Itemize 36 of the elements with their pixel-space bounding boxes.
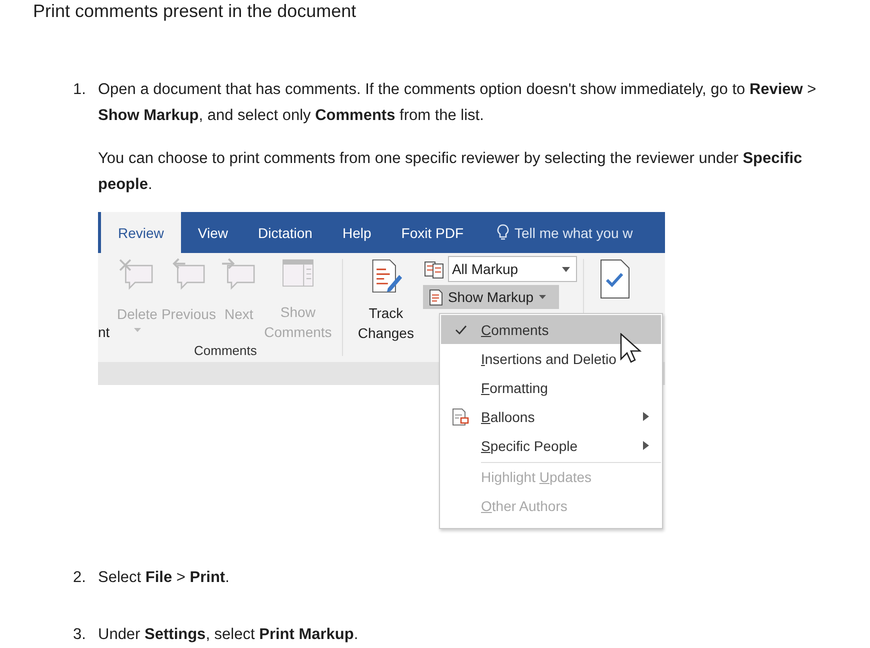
markup-dropdown[interactable]: All Markup [448,256,577,282]
step-number: 3. [73,625,87,645]
track-changes-button[interactable]: Track Changes [348,253,423,362]
comments-pane-icon [280,258,315,288]
step-text: Under Settings, select Print Markup. [98,625,360,645]
show-markup-button[interactable]: Show Markup [422,285,559,309]
menu-item[interactable]: Formatting [441,373,661,402]
menu-item[interactable]: Insertions and Deletio [441,344,661,373]
caret-icon [538,295,546,299]
caret-icon [562,266,570,272]
ribbon-tab[interactable]: View [182,212,243,253]
step-text: Select File > Print. [98,568,230,588]
ribbon-tab[interactable]: Foxit PDF [386,212,478,253]
document-icon [428,288,443,306]
menu-item[interactable]: Balloons [441,402,661,431]
check-icon [455,324,467,334]
step-number: 1. [73,80,87,100]
submenu-arrow-icon [643,441,649,450]
step-text: Open a document that has comments. If the comments option doesn't show immediately, go to Review > Show Markup, and select only Comments from the list. [98,80,818,126]
submenu-arrow-icon [643,412,649,421]
ribbon-tab[interactable]: Review [101,212,181,253]
step-text: You can choose to print comments from one specific reviewer by selecting the reviewer under Specific people. [98,149,804,195]
ribbon-label: nt [98,323,111,341]
balloon-page-icon [452,408,470,426]
menu-item[interactable]: Comments [441,315,661,344]
mouse-pointer-icon [620,333,642,365]
caret-icon [134,328,141,332]
tell-me-search[interactable]: Tell me what you w [514,224,633,242]
step-number: 2. [73,568,87,588]
menu-item[interactable]: Specific People [441,431,661,460]
group-label: Comments [194,342,257,360]
document-check-icon [600,259,630,299]
lightbulb-icon [496,224,508,241]
ribbon-tab[interactable]: Help [327,212,386,253]
ribbon-tab[interactable]: Dictation [243,212,328,253]
article-heading: Print comments present in the document [33,1,356,22]
